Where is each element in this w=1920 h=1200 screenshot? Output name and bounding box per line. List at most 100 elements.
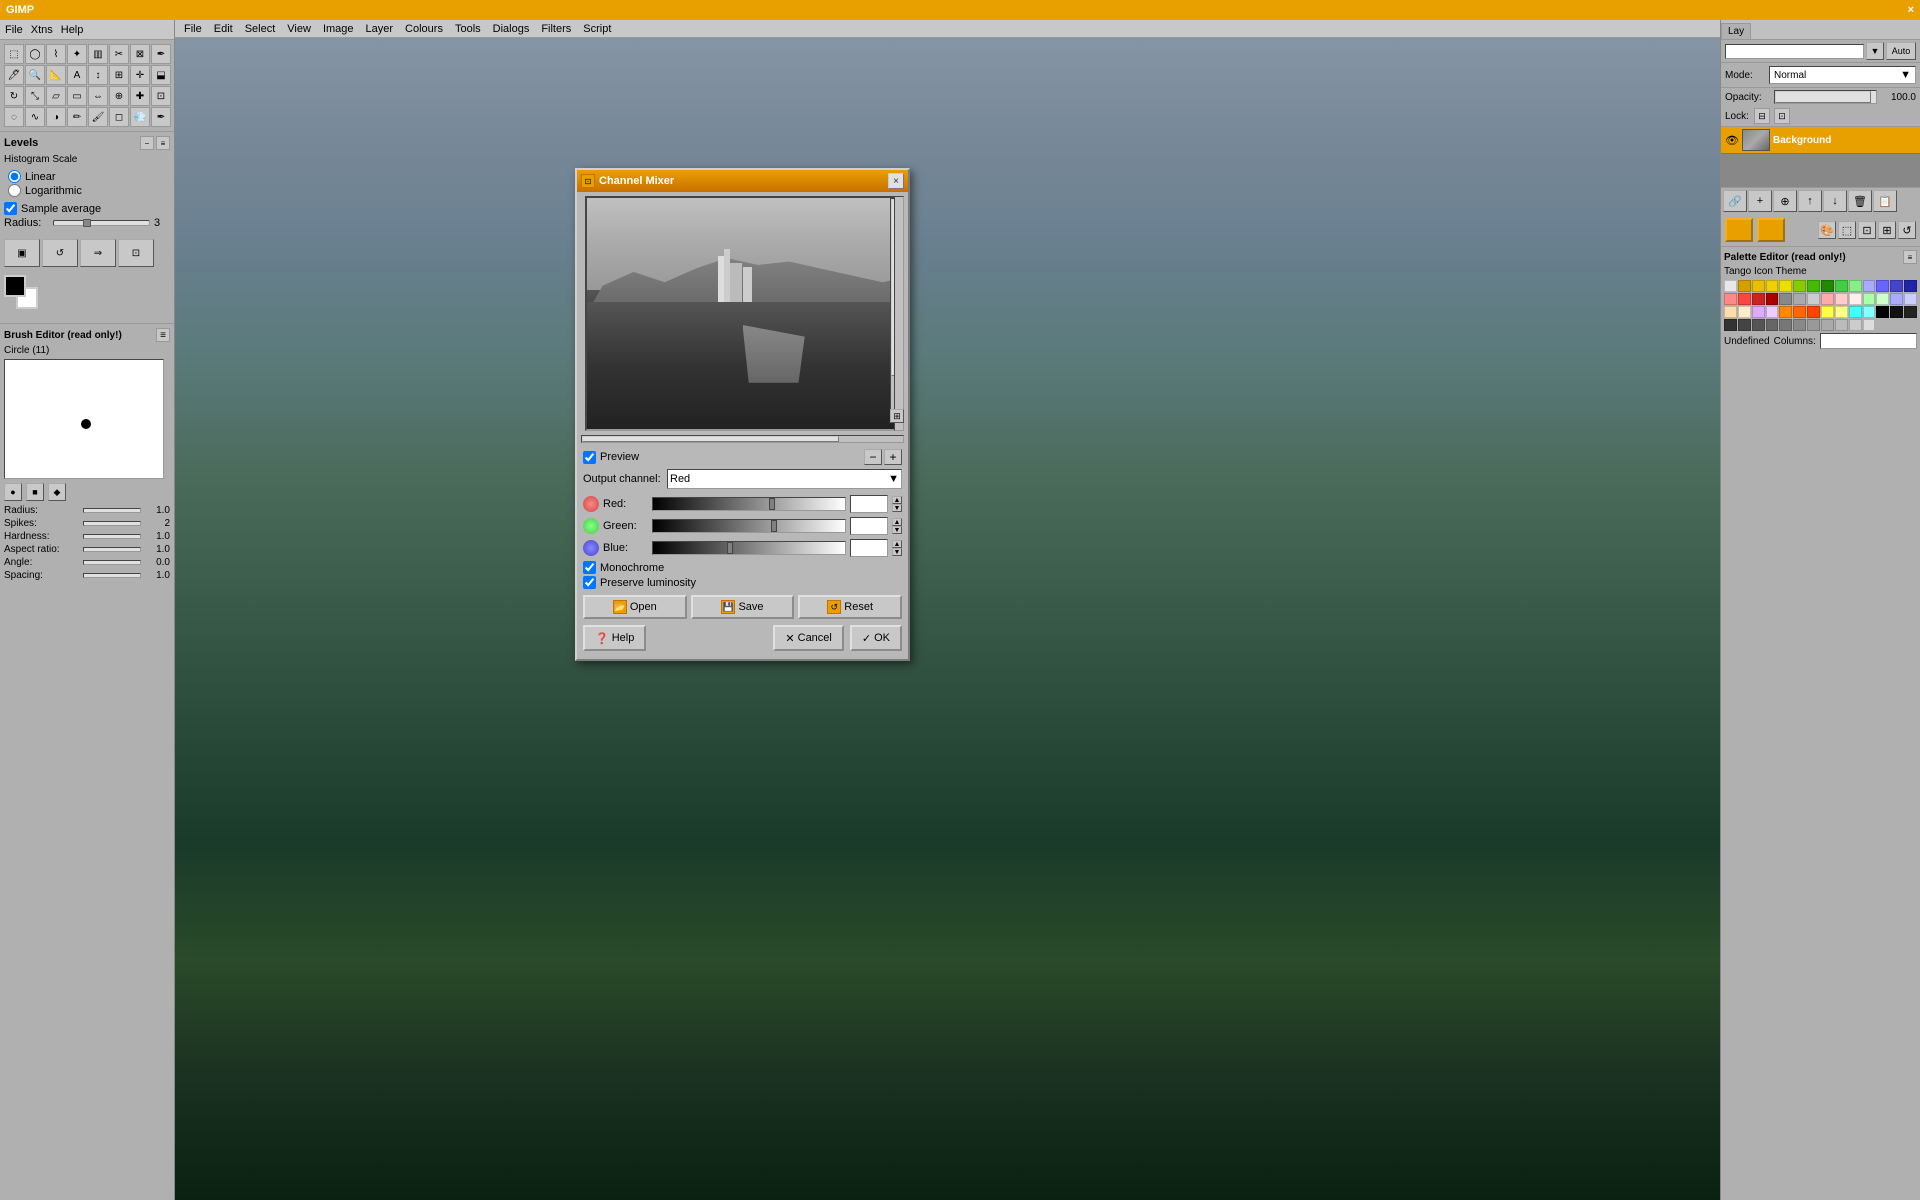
tool-pencil[interactable]: ✏ xyxy=(67,107,87,127)
palette-color-cell[interactable] xyxy=(1738,280,1751,292)
palette-color-cell[interactable] xyxy=(1876,280,1889,292)
tool-fuzzy-select[interactable]: ✦ xyxy=(67,44,87,64)
preserve-luminosity-checkbox[interactable] xyxy=(583,576,596,589)
green-slider-thumb[interactable] xyxy=(771,520,777,532)
palette-color-cell[interactable] xyxy=(1863,306,1876,318)
menu-item-file[interactable]: File xyxy=(179,22,207,36)
layer-item-background[interactable]: 👁 Background xyxy=(1721,127,1920,154)
color-btn-4[interactable]: ⊞ xyxy=(1878,221,1896,239)
palette-color-cell[interactable] xyxy=(1807,293,1820,305)
action-btn-3[interactable]: ⇒ xyxy=(80,239,116,267)
green-value-input[interactable]: 38.2 xyxy=(850,517,888,535)
lock-alpha-icon[interactable]: ⊡ xyxy=(1774,108,1790,124)
palette-color-cell[interactable] xyxy=(1849,280,1862,292)
tool-color-picker[interactable]: 🖊 xyxy=(4,65,24,85)
spikes-prop-slider[interactable] xyxy=(83,521,141,526)
fg-color-box[interactable] xyxy=(1725,218,1753,242)
palette-color-cell[interactable] xyxy=(1766,280,1779,292)
red-spinner-down[interactable]: ▼ xyxy=(892,504,902,512)
palette-color-cell[interactable] xyxy=(1821,280,1834,292)
preview-checkbox[interactable] xyxy=(583,451,596,464)
tool-flip[interactable]: ⇔ xyxy=(88,86,108,106)
palette-color-cell[interactable] xyxy=(1724,293,1737,305)
menu-item-select[interactable]: Select xyxy=(240,22,281,36)
bg-color-box[interactable] xyxy=(1757,218,1785,242)
tool-smudge[interactable]: ∿ xyxy=(25,107,45,127)
color-btn-2[interactable]: ⬚ xyxy=(1838,221,1856,239)
brush-editor-settings[interactable]: ≡ xyxy=(156,328,170,342)
menu-item-edit[interactable]: Edit xyxy=(209,22,238,36)
tool-blur-sharpen[interactable]: ◌ xyxy=(4,107,24,127)
tool-free-select[interactable]: ⌇ xyxy=(46,44,66,64)
menu-help[interactable]: Help xyxy=(61,24,84,36)
menu-item-colours[interactable]: Colours xyxy=(400,22,448,36)
tool-perspective[interactable]: ▭ xyxy=(67,86,87,106)
scroll-corner-btn[interactable]: ⊞ xyxy=(890,409,904,423)
layer-btn-6[interactable]: 🗑 xyxy=(1848,190,1872,212)
palette-color-cell[interactable] xyxy=(1821,306,1834,318)
tool-dodge-burn[interactable]: ◑ xyxy=(46,107,66,127)
tool-shear[interactable]: ▱ xyxy=(46,86,66,106)
tool-paths[interactable]: ✒ xyxy=(151,44,171,64)
palette-color-cell[interactable] xyxy=(1835,280,1848,292)
palette-color-cell[interactable] xyxy=(1849,293,1862,305)
palette-color-cell[interactable] xyxy=(1752,280,1765,292)
color-btn-3[interactable]: ⊡ xyxy=(1858,221,1876,239)
palette-color-cell[interactable] xyxy=(1793,280,1806,292)
blue-value-input[interactable]: -32.2 xyxy=(850,539,888,557)
palette-color-cell[interactable] xyxy=(1779,293,1792,305)
lock-pixels-icon[interactable]: ⊟ xyxy=(1754,108,1770,124)
palette-color-cell[interactable] xyxy=(1807,306,1820,318)
layer-btn-7[interactable]: 📋 xyxy=(1873,190,1897,212)
palette-color-cell[interactable] xyxy=(1821,293,1834,305)
tool-select-by-color[interactable]: ▥ xyxy=(88,44,108,64)
radius-prop-slider[interactable] xyxy=(83,508,141,513)
angle-prop-slider[interactable] xyxy=(83,560,141,565)
mode-select[interactable]: Normal ▼ xyxy=(1769,66,1916,84)
blue-spinner-up[interactable]: ▲ xyxy=(892,540,902,548)
tool-rotate[interactable]: ↻ xyxy=(4,86,24,106)
palette-color-cell[interactable] xyxy=(1724,306,1737,318)
palette-color-cell[interactable] xyxy=(1807,280,1820,292)
tool-foreground-select[interactable]: ⊠ xyxy=(130,44,150,64)
preview-hscrollbar[interactable] xyxy=(581,435,904,443)
tool-crop[interactable]: ⬓ xyxy=(151,65,171,85)
palette-color-cell[interactable] xyxy=(1904,280,1917,292)
cancel-btn[interactable]: ✕ Cancel xyxy=(773,625,843,651)
palette-color-cell[interactable] xyxy=(1779,280,1792,292)
tab-layers[interactable]: Lay xyxy=(1721,23,1751,39)
preview-right-scrollbar[interactable] xyxy=(894,196,904,431)
palette-color-cell[interactable] xyxy=(1779,319,1792,331)
shape-square[interactable]: ■ xyxy=(26,483,44,501)
tool-heal[interactable]: ✚ xyxy=(130,86,150,106)
action-btn-2[interactable]: ↺ xyxy=(42,239,78,267)
action-btn-1[interactable]: ▣ xyxy=(4,239,40,267)
hardness-prop-slider[interactable] xyxy=(83,534,141,539)
layer-btn-2[interactable]: + xyxy=(1748,190,1772,212)
tool-perspective-clone[interactable]: ⊡ xyxy=(151,86,171,106)
menu-item-filters[interactable]: Filters xyxy=(536,22,576,36)
tool-transform[interactable]: ↕ xyxy=(88,65,108,85)
tool-rect-select[interactable]: ⬚ xyxy=(4,44,24,64)
red-slider-thumb[interactable] xyxy=(769,498,775,510)
layer-btn-4[interactable]: ↑ xyxy=(1798,190,1822,212)
auto-btn[interactable]: Auto xyxy=(1886,42,1916,60)
palette-color-cell[interactable] xyxy=(1793,306,1806,318)
menu-item-layer[interactable]: Layer xyxy=(361,22,399,36)
palette-color-cell[interactable] xyxy=(1904,293,1917,305)
palette-color-cell[interactable] xyxy=(1724,280,1737,292)
columns-input[interactable]: 3 xyxy=(1820,333,1917,349)
ok-btn[interactable]: ✓ OK xyxy=(850,625,902,651)
palette-color-cell[interactable] xyxy=(1876,293,1889,305)
tool-paintbrush[interactable]: 🖌 xyxy=(88,107,108,127)
logarithmic-radio[interactable] xyxy=(8,184,21,197)
action-btn-4[interactable]: ⊡ xyxy=(118,239,154,267)
color-btn-1[interactable]: 🎨 xyxy=(1818,221,1836,239)
palette-settings-icon[interactable]: ≡ xyxy=(1903,250,1917,264)
menu-item-script[interactable]: Script xyxy=(578,22,616,36)
foreground-color[interactable] xyxy=(4,275,26,297)
palette-color-cell[interactable] xyxy=(1752,306,1765,318)
red-slider[interactable] xyxy=(652,497,846,511)
layer-btn-1[interactable]: 🔗 xyxy=(1723,190,1747,212)
radius-slider[interactable] xyxy=(53,220,150,226)
